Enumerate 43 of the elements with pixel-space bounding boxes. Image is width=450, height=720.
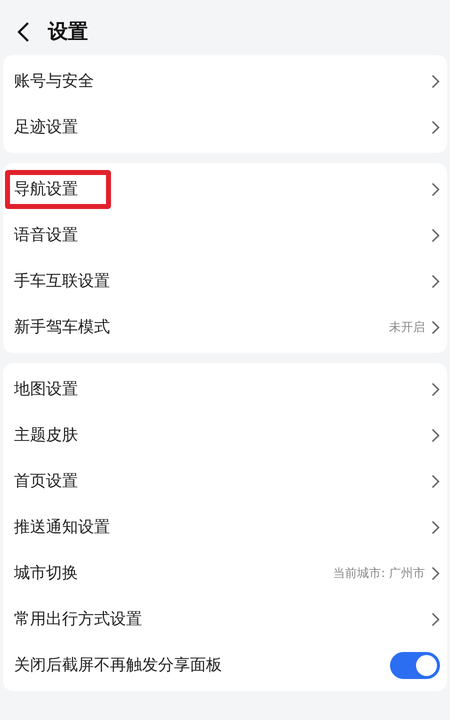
settings-row[interactable]: 地图设置 <box>3 366 447 412</box>
settings-row[interactable]: 关闭后截屏不再触发分享面板 <box>3 642 447 688</box>
chevron-icon <box>431 120 440 134</box>
back-icon[interactable] <box>16 20 30 42</box>
settings-row[interactable]: 新手驾车模式 未开启 <box>3 304 447 350</box>
row-label: 足迹设置 <box>14 116 78 138</box>
chevron-icon <box>431 382 440 396</box>
row-label: 地图设置 <box>14 378 78 400</box>
row-value: 未开启 <box>389 318 425 336</box>
row-label: 账号与安全 <box>14 70 94 92</box>
page-title: 设置 <box>48 18 88 45</box>
row-label: 导航设置 <box>5 170 111 208</box>
toggle-switch[interactable] <box>390 652 440 678</box>
settings-row[interactable]: 导航设置 <box>3 166 447 212</box>
settings-row[interactable]: 手车互联设置 <box>3 258 447 304</box>
settings-row[interactable]: 语音设置 <box>3 212 447 258</box>
row-value: 当前城市: 广州市 <box>333 564 425 582</box>
chevron-icon <box>431 182 440 196</box>
row-label: 城市切换 <box>14 562 78 584</box>
settings-row[interactable]: 推送通知设置 <box>3 504 447 550</box>
row-label: 关闭后截屏不再触发分享面板 <box>14 654 222 676</box>
chevron-icon <box>431 566 440 580</box>
chevron-icon <box>431 320 440 334</box>
chevron-icon <box>431 612 440 626</box>
settings-row[interactable]: 首页设置 <box>3 458 447 504</box>
row-label: 首页设置 <box>14 470 78 492</box>
settings-row[interactable]: 城市切换 当前城市: 广州市 <box>3 550 447 596</box>
chevron-icon <box>431 74 440 88</box>
row-label: 推送通知设置 <box>14 516 110 538</box>
chevron-icon <box>431 274 440 288</box>
chevron-icon <box>431 228 440 242</box>
row-label: 新手驾车模式 <box>14 316 110 338</box>
settings-row[interactable]: 账号与安全 <box>3 58 447 104</box>
chevron-icon <box>431 474 440 488</box>
chevron-icon <box>431 520 440 534</box>
settings-row[interactable]: 常用出行方式设置 <box>3 596 447 642</box>
row-label: 语音设置 <box>14 224 78 246</box>
settings-row[interactable]: 主题皮肤 <box>3 412 447 458</box>
row-label: 手车互联设置 <box>14 270 110 292</box>
row-label: 主题皮肤 <box>14 424 78 446</box>
settings-row[interactable]: 足迹设置 <box>3 104 447 150</box>
chevron-icon <box>431 428 440 442</box>
row-label: 常用出行方式设置 <box>14 608 142 630</box>
